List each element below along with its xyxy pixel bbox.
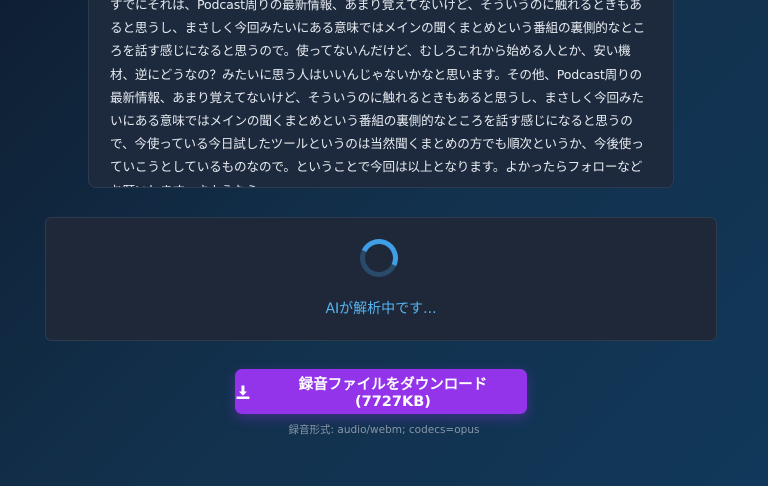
recording-format-note: 録音形式: audio/webm; codecs=opus (288, 424, 480, 436)
analysis-status-text: AIが解析中です... (325, 301, 437, 317)
download-recording-button[interactable]: 録音ファイルをダウンロード (7727KB) (235, 369, 527, 414)
loading-spinner-icon (354, 233, 404, 283)
download-button-label: 録音ファイルをダウンロード (7727KB) (298, 377, 488, 410)
transcript-card: すでにそれは、Podcast周りの最新情報、あまり覚えてないけど、そういうのに触… (88, 0, 674, 188)
transcript-text: すでにそれは、Podcast周りの最新情報、あまり覚えてないけど、そういうのに触… (110, 0, 646, 187)
download-icon (236, 385, 250, 399)
analysis-status-card: AIが解析中です... (45, 217, 717, 341)
